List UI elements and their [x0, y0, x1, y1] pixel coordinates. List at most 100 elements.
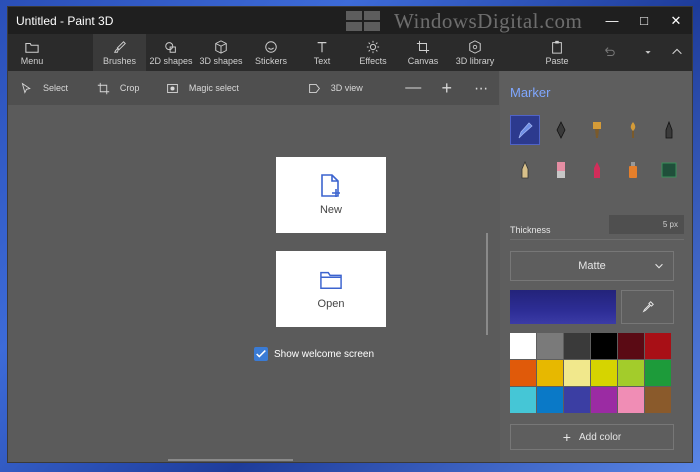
palette-color-swatch[interactable] [645, 333, 671, 359]
selection-bar: Select Crop Magic select 3D view — + ⋯ [8, 71, 499, 105]
palette-color-swatch[interactable] [564, 387, 590, 413]
chevron-down-icon [655, 263, 663, 269]
eyedropper-button[interactable] [621, 290, 674, 324]
open-button[interactable]: Open [276, 251, 386, 327]
tab-canvas[interactable]: Canvas [398, 34, 448, 71]
toolbar-label: Effects [359, 55, 387, 66]
main-toolbar: Menu Brushes 2D shapes 3D shapes Sticker… [8, 34, 692, 71]
zoom-in-icon[interactable]: + [430, 71, 464, 105]
finish-dropdown[interactable]: Matte [510, 251, 674, 281]
pixel-pen-icon[interactable] [654, 115, 684, 145]
title-bar: Untitled - Paint 3D WindowsDigital.com —… [8, 7, 692, 34]
vertical-scrollbar[interactable] [486, 233, 488, 335]
palette-color-swatch[interactable] [591, 387, 617, 413]
select-button[interactable]: Select [20, 71, 97, 105]
palette-color-swatch[interactable] [537, 387, 563, 413]
palette-color-swatch[interactable] [618, 387, 644, 413]
collapse-toolbar-icon[interactable] [662, 34, 692, 71]
toolbar-label: 3D library [455, 55, 495, 66]
show-welcome-toggle[interactable]: Show welcome screen [254, 347, 374, 361]
more-options-icon[interactable]: ⋯ [464, 71, 499, 105]
watercolor-icon[interactable] [618, 115, 648, 145]
eyedropper-icon [642, 301, 654, 313]
chevron-up-glyph [672, 48, 682, 54]
clipboard-icon [552, 40, 562, 54]
open-label: Open [317, 298, 345, 310]
palette-color-swatch[interactable] [645, 387, 671, 413]
magic-select-icon [167, 83, 178, 93]
canvas-area: New Open Show welcome screen [8, 105, 499, 462]
select-label: Select [43, 83, 69, 93]
palette-color-swatch[interactable] [618, 333, 644, 359]
close-icon[interactable]: ✕ [660, 7, 692, 34]
toolbar-right: Paste [530, 34, 692, 71]
crop-button[interactable]: Crop [97, 71, 166, 105]
brush-icon [113, 40, 126, 53]
panel-title: Marker [510, 85, 551, 100]
palette-color-swatch[interactable] [564, 360, 590, 386]
view-3d-icon [308, 83, 320, 93]
palette-color-swatch[interactable] [510, 333, 536, 359]
maximize-icon[interactable]: □ [628, 7, 660, 34]
new-button[interactable]: New [276, 157, 386, 233]
eraser-icon[interactable] [546, 155, 576, 185]
horizontal-scrollbar[interactable] [168, 459, 293, 461]
zoom-out-icon[interactable]: — [396, 71, 430, 105]
show-welcome-checkbox[interactable] [254, 347, 268, 361]
paint3d-window: Untitled - Paint 3D WindowsDigital.com —… [7, 6, 693, 463]
current-color-swatch[interactable] [510, 290, 616, 324]
palette-color-swatch[interactable] [564, 333, 590, 359]
plus-icon: + [562, 429, 571, 445]
palette-color-swatch[interactable] [537, 360, 563, 386]
checkmark-icon [256, 350, 266, 358]
fill-bucket-icon[interactable] [654, 155, 684, 185]
crayon-icon[interactable] [582, 155, 612, 185]
view-3d-button[interactable]: 3D view [308, 71, 397, 105]
tab-text[interactable]: Text [296, 34, 348, 71]
palette-color-swatch[interactable] [510, 387, 536, 413]
text-icon [317, 41, 327, 52]
show-welcome-label: Show welcome screen [274, 348, 375, 360]
spray-can-icon[interactable] [618, 155, 648, 185]
minimize-icon[interactable]: — [596, 7, 628, 34]
calligraphy-pen-icon[interactable] [546, 115, 576, 145]
palette-color-swatch[interactable] [591, 360, 617, 386]
toolbar-label: Menu [20, 55, 44, 66]
view-3d-label: 3D view [330, 83, 363, 93]
tab-3d-shapes[interactable]: 3D shapes [196, 34, 246, 71]
tab-2d-shapes[interactable]: 2D shapes [146, 34, 196, 71]
chevron-down-icon[interactable] [634, 34, 662, 71]
palette-color-swatch[interactable] [510, 360, 536, 386]
palette-color-swatch[interactable] [537, 333, 563, 359]
toolbar-label: Stickers [254, 55, 287, 66]
tab-3d-library[interactable]: 3D library [448, 34, 502, 71]
crop-tool-icon [97, 82, 110, 94]
new-label: New [319, 204, 342, 216]
palette-color-swatch[interactable] [618, 360, 644, 386]
magic-select-label: Magic select [188, 83, 239, 93]
menu-button[interactable]: Menu [8, 34, 56, 71]
marker-brush-icon[interactable] [510, 115, 540, 145]
oil-brush-icon[interactable] [582, 115, 612, 145]
thickness-input[interactable]: 5 px [609, 215, 684, 234]
folder-icon [25, 42, 39, 53]
add-color-button[interactable]: + Add color [510, 424, 674, 450]
pointer-icon [21, 82, 31, 94]
thickness-slider[interactable] [510, 239, 684, 240]
paste-button[interactable]: Paste [530, 34, 584, 71]
library-icon [469, 39, 481, 54]
palette-color-swatch[interactable] [591, 333, 617, 359]
thickness-label: Thickness [510, 225, 551, 235]
palette-color-swatch[interactable] [645, 360, 671, 386]
tab-stickers[interactable]: Stickers [246, 34, 296, 71]
tab-brushes[interactable]: Brushes [93, 34, 146, 71]
undo-history-button[interactable] [584, 34, 634, 71]
pencil-icon[interactable] [510, 155, 540, 185]
chevron-down-glyph [645, 50, 651, 54]
magic-select-button[interactable]: Magic select [166, 71, 308, 105]
color-palette [510, 333, 673, 415]
add-color-label: Add color [578, 431, 622, 443]
watermark: WindowsDigital.com [346, 9, 582, 34]
tab-effects[interactable]: Effects [348, 34, 398, 71]
sticker-icon [265, 40, 277, 53]
